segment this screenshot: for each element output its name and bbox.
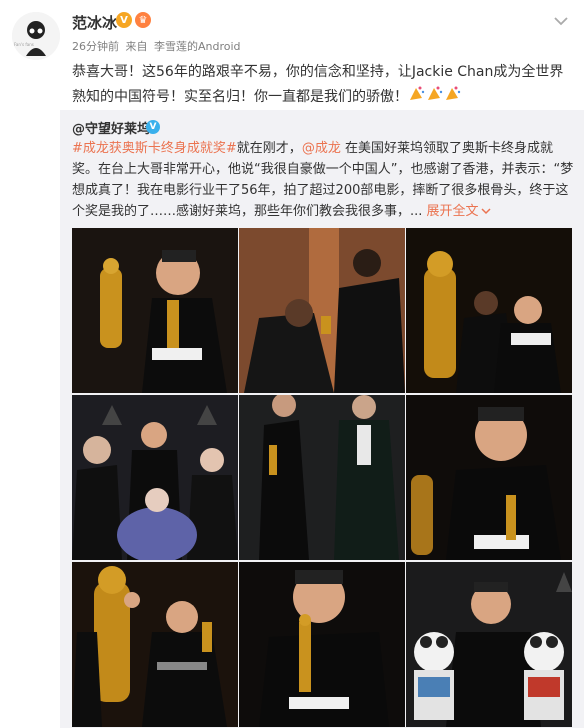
repost-block: @守望好莱坞 V #成龙获奥斯卡终身成就奖#就在刚才，@成龙 在美国好莱坞领取了… <box>60 110 584 728</box>
avatar-text: Fan's fans <box>14 42 34 47</box>
mention-link[interactable]: @成龙 <box>302 141 341 156</box>
photo-6[interactable] <box>406 395 572 560</box>
photo-3[interactable] <box>406 228 572 393</box>
avatar[interactable]: Fan's fans <box>12 12 60 60</box>
user-badges: V ♛ <box>116 12 151 28</box>
photo-9[interactable] <box>406 562 572 727</box>
repost-text: #成龙获奥斯卡终身成就奖#就在刚才，@成龙 在美国好莱坞领取了奥斯卡终身成就奖。… <box>72 138 577 222</box>
post-text-block: 恭喜大哥！这56年的路艰辛不易，你的信念和坚持，让Jackie Chan成为全世… <box>72 60 572 110</box>
repost-text-part-1: 就在刚才， <box>236 141 302 156</box>
post-source[interactable]: 李雪莲的Android <box>154 40 241 53</box>
expand-full-text-link[interactable]: 展开全文 <box>427 204 491 219</box>
photo-7[interactable] <box>72 562 238 727</box>
post-meta: 26分钟前 来自 李雪莲的Android <box>72 38 244 54</box>
photo-grid <box>72 228 572 728</box>
post-time[interactable]: 26分钟前 <box>72 40 119 53</box>
member-icon[interactable]: ♛ <box>135 12 151 28</box>
photo-4[interactable] <box>72 395 238 560</box>
verified-icon[interactable]: V <box>116 12 132 28</box>
chevron-down-icon[interactable] <box>552 14 570 28</box>
photo-2[interactable] <box>239 228 405 393</box>
verified-blue-icon[interactable]: V <box>146 120 160 134</box>
hashtag-link[interactable]: #成龙获奥斯卡终身成就奖# <box>72 141 237 156</box>
weibo-post: Fan's fans 范冰冰 V ♛ 26分钟前 来自 李雪莲的Android … <box>0 0 584 728</box>
expand-label: 展开全文 <box>426 204 479 219</box>
repost-username[interactable]: @守望好莱坞 <box>72 118 150 137</box>
chevron-down-icon <box>481 208 491 215</box>
post-text: 恭喜大哥！这56年的路艰辛不易，你的信念和坚持，让Jackie Chan成为全世… <box>72 64 564 105</box>
photo-1[interactable] <box>72 228 238 393</box>
photo-5[interactable] <box>239 395 405 560</box>
source-prefix: 来自 <box>125 40 148 53</box>
party-popper-icon <box>408 84 462 110</box>
photo-8[interactable] <box>239 562 405 727</box>
username[interactable]: 范冰冰 <box>72 12 117 33</box>
